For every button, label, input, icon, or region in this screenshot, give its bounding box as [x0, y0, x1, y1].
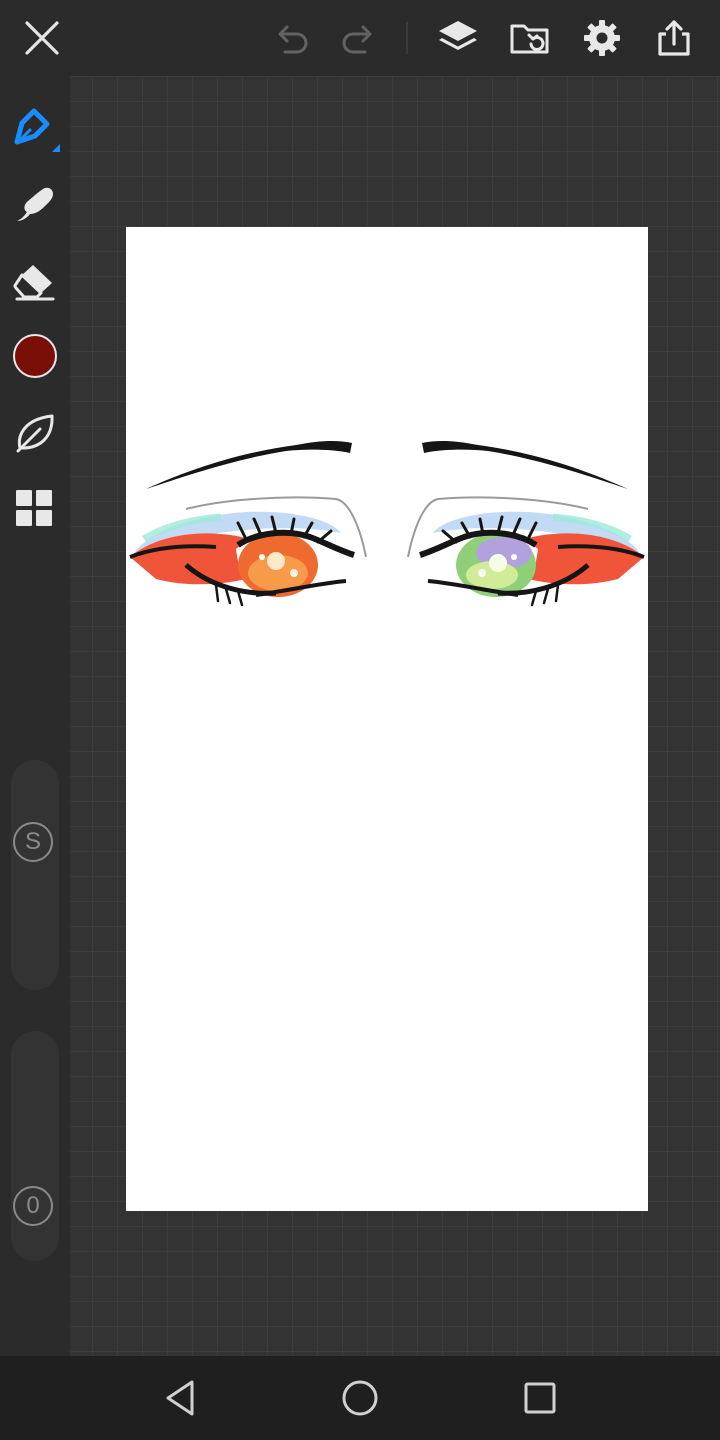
undo-button[interactable] [267, 12, 319, 64]
recents-button[interactable] [516, 1374, 564, 1422]
redo-button[interactable] [331, 12, 383, 64]
layers-icon [439, 21, 477, 50]
share-icon [658, 20, 690, 56]
system-navigation-bar [0, 1356, 720, 1440]
undo-icon [278, 25, 308, 54]
size-slider-label: S [24, 828, 41, 855]
gear-icon [584, 20, 620, 56]
color-picker-button[interactable] [8, 329, 62, 383]
pen-icon [14, 108, 60, 152]
close-button[interactable] [16, 12, 68, 64]
brush-size-slider[interactable]: S [11, 760, 59, 990]
drawing-workspace[interactable] [70, 76, 720, 1356]
export-button[interactable] [648, 12, 700, 64]
opacity-slider-handle[interactable]: 0 [13, 1186, 53, 1226]
pen-tool[interactable] [8, 100, 62, 154]
home-icon [342, 1380, 378, 1416]
layers-button[interactable] [432, 12, 484, 64]
tool-sidebar: S 0 [0, 76, 70, 1356]
settings-button[interactable] [576, 12, 628, 64]
gallery-button[interactable] [504, 12, 556, 64]
redo-icon [342, 25, 372, 54]
stabilizer-tool[interactable] [8, 406, 62, 460]
grid-icon [16, 490, 52, 526]
more-tools-button[interactable] [8, 482, 62, 536]
back-icon [166, 1380, 194, 1416]
drawing-canvas[interactable] [126, 227, 648, 1211]
recents-icon [524, 1382, 556, 1414]
eyes-artwork [129, 440, 645, 607]
smudge-icon [17, 187, 53, 221]
top-toolbar [0, 0, 720, 76]
smudge-tool[interactable] [8, 177, 62, 231]
eraser-icon [13, 265, 55, 301]
opacity-slider-label: 0 [26, 1192, 40, 1219]
leaf-icon [16, 414, 54, 453]
brush-opacity-slider[interactable]: 0 [11, 1031, 59, 1261]
color-swatch-icon [13, 334, 57, 378]
gallery-icon [510, 24, 549, 54]
size-slider-handle[interactable]: S [13, 822, 53, 862]
back-button[interactable] [156, 1374, 204, 1422]
home-button[interactable] [336, 1374, 384, 1422]
close-icon [25, 21, 59, 55]
eraser-tool[interactable] [8, 254, 62, 308]
toolbar-divider [406, 22, 408, 54]
